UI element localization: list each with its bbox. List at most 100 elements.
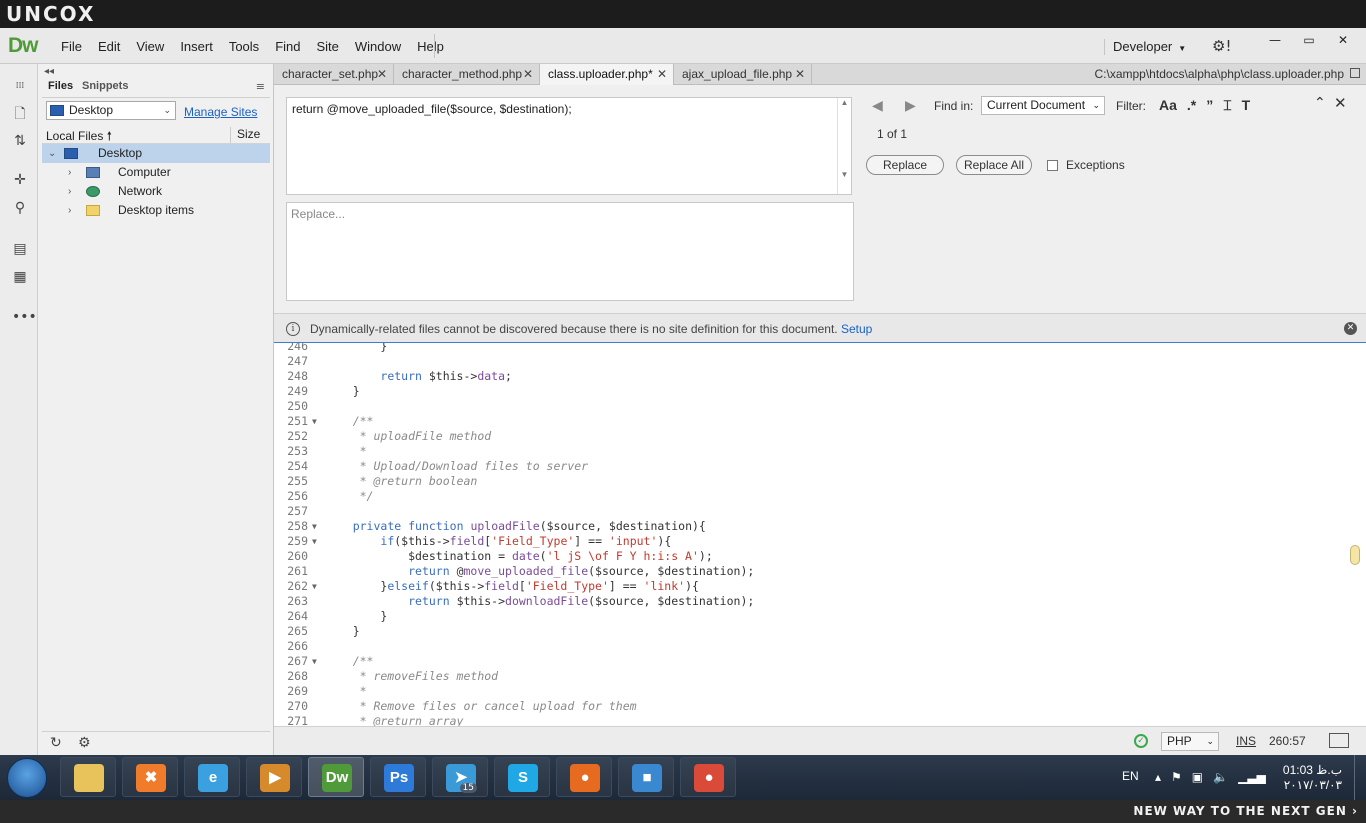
code-line[interactable]: 266 bbox=[274, 639, 1366, 654]
photoshop-app[interactable]: Ps bbox=[370, 757, 426, 797]
ignore-tags-icon[interactable]: T bbox=[1242, 97, 1251, 114]
find-scrollbar[interactable]: ▲ ▼ bbox=[837, 98, 851, 194]
tab-snippets[interactable]: Snippets bbox=[82, 80, 128, 92]
code-line[interactable]: 271 * @return array bbox=[274, 714, 1366, 726]
code-line[interactable]: 246 } bbox=[274, 343, 1366, 354]
doc-tab-active[interactable]: class.uploader.php* ✕ bbox=[540, 64, 674, 85]
device-icon[interactable]: ▣ bbox=[1192, 770, 1203, 784]
tab-files[interactable]: Files bbox=[48, 80, 73, 92]
menu-file[interactable]: File bbox=[53, 39, 90, 54]
menu-edit[interactable]: Edit bbox=[90, 39, 128, 54]
fold-toggle-icon[interactable]: ▼ bbox=[312, 579, 317, 594]
code-line[interactable]: 248 return $this->data; bbox=[274, 369, 1366, 384]
exceptions-checkbox[interactable] bbox=[1047, 160, 1058, 171]
code-line[interactable]: 269 * bbox=[274, 684, 1366, 699]
replace-input[interactable]: Replace... bbox=[286, 202, 854, 301]
close-icon[interactable]: ✕ bbox=[1328, 32, 1358, 50]
setup-link[interactable]: Setup bbox=[841, 322, 872, 336]
code-line[interactable]: 251 ▼ /** bbox=[274, 414, 1366, 429]
doc-tab[interactable]: ajax_upload_file.php ✕ bbox=[674, 64, 812, 85]
network-signal-icon[interactable]: ▁▃▅ bbox=[1238, 770, 1266, 784]
wand-icon[interactable]: ⚲ bbox=[12, 200, 28, 216]
document-icon[interactable]: 🗋 bbox=[12, 106, 28, 122]
fold-toggle-icon[interactable]: ▼ bbox=[312, 654, 317, 669]
menu-site[interactable]: Site bbox=[308, 39, 346, 54]
comment-icon[interactable]: ▤ bbox=[12, 241, 28, 257]
doc-tab[interactable]: character_set.php ✕ bbox=[274, 64, 394, 85]
minimize-icon[interactable]: — bbox=[1260, 32, 1290, 50]
volume-icon[interactable]: 🔈 bbox=[1213, 770, 1228, 784]
code-line[interactable]: 270 * Remove files or cancel upload for … bbox=[274, 699, 1366, 714]
code-line[interactable]: 250 bbox=[274, 399, 1366, 414]
replace-button[interactable]: Replace bbox=[866, 155, 944, 175]
xampp-app[interactable]: ✖ bbox=[122, 757, 178, 797]
language-select[interactable]: PHP ⌄ bbox=[1161, 732, 1219, 751]
ignore-whitespace-icon[interactable]: ” bbox=[1206, 97, 1213, 114]
menu-tools[interactable]: Tools bbox=[221, 39, 267, 54]
explorer-app[interactable] bbox=[60, 757, 116, 797]
show-hidden-icon[interactable]: ▴ bbox=[1155, 770, 1161, 784]
match-case-icon[interactable]: Aa bbox=[1159, 97, 1177, 114]
collapse-arrow-icon[interactable]: › bbox=[68, 163, 71, 182]
expand-arrow-icon[interactable]: ⌄ bbox=[48, 144, 56, 163]
close-icon[interactable]: ✕ bbox=[795, 64, 805, 85]
fold-toggle-icon[interactable]: ▼ bbox=[312, 414, 317, 429]
workspace-switcher[interactable]: Developer ▼ bbox=[1104, 39, 1186, 55]
collapse-arrow-icon[interactable]: › bbox=[68, 201, 71, 220]
firefox-app[interactable]: ● bbox=[556, 757, 612, 797]
gear-icon[interactable]: ⚙! bbox=[1212, 37, 1231, 55]
start-button[interactable] bbox=[7, 758, 47, 798]
tree-item-network[interactable]: › Network bbox=[42, 182, 270, 201]
skype-app[interactable]: S bbox=[494, 757, 550, 797]
media-app[interactable]: ▶ bbox=[246, 757, 302, 797]
code-line[interactable]: 258 ▼ private function uploadFile($source… bbox=[274, 519, 1366, 534]
show-desktop-button[interactable] bbox=[1354, 755, 1366, 800]
sort-icon[interactable]: ⇅ bbox=[12, 133, 28, 149]
tree-item-computer[interactable]: › Computer bbox=[42, 163, 270, 182]
next-match-icon[interactable]: ▶ bbox=[905, 98, 916, 114]
code-line[interactable]: 247 bbox=[274, 354, 1366, 369]
flag-icon[interactable]: ⚑ bbox=[1171, 770, 1182, 784]
maximize-icon[interactable]: ▭ bbox=[1294, 32, 1324, 50]
regex-icon[interactable]: .* bbox=[1187, 97, 1196, 114]
code-editor[interactable]: 271 * @return array 270 * Remove files or… bbox=[274, 343, 1366, 726]
tree-item-desktop[interactable]: ⌄ Desktop bbox=[42, 144, 270, 163]
code-line[interactable]: 261 return @move_uploaded_file($source, … bbox=[274, 564, 1366, 579]
menu-view[interactable]: View bbox=[128, 39, 172, 54]
code-line[interactable]: 262 ▼ }elseif($this->field['Field_Type'] … bbox=[274, 579, 1366, 594]
scrollbar-marker[interactable] bbox=[1350, 545, 1360, 565]
preview-icon[interactable] bbox=[1329, 733, 1349, 748]
code-line[interactable]: 268 * removeFiles method bbox=[274, 669, 1366, 684]
replace-all-button[interactable]: Replace All bbox=[956, 155, 1032, 175]
find-in-select[interactable]: Current Document ⌄ bbox=[981, 96, 1105, 115]
whole-word-icon[interactable]: ⌶ bbox=[1223, 97, 1231, 114]
box-app[interactable]: ■ bbox=[618, 757, 674, 797]
settings-doc-icon[interactable]: ▦ bbox=[12, 269, 28, 285]
site-select[interactable]: Desktop ⌄ bbox=[46, 101, 176, 120]
code-line[interactable]: 256 */ bbox=[274, 489, 1366, 504]
code-line[interactable]: 252 * uploadFile method bbox=[274, 429, 1366, 444]
menu-find[interactable]: Find bbox=[267, 39, 308, 54]
menu-insert[interactable]: Insert bbox=[172, 39, 221, 54]
code-line[interactable]: 267 ▼ /** bbox=[274, 654, 1366, 669]
refresh-icon[interactable]: ↻ bbox=[50, 735, 62, 751]
chrome-app[interactable]: ● bbox=[680, 757, 736, 797]
code-line[interactable]: 259 ▼ if($this->field['Field_Type'] == 'i… bbox=[274, 534, 1366, 549]
tree-item-desktop-items[interactable]: › Desktop items bbox=[42, 201, 270, 220]
telegram-app[interactable]: ➤ 15 bbox=[432, 757, 488, 797]
fold-toggle-icon[interactable]: ▼ bbox=[312, 519, 317, 534]
open-file-icon[interactable] bbox=[1350, 68, 1360, 78]
panel-menu-icon[interactable]: ≡ bbox=[256, 80, 265, 93]
menu-window[interactable]: Window bbox=[347, 39, 409, 54]
close-icon[interactable]: ✕ bbox=[523, 64, 533, 85]
close-icon[interactable]: ✕ bbox=[377, 64, 387, 85]
close-icon[interactable]: ✕ bbox=[1344, 322, 1357, 335]
prev-match-icon[interactable]: ◀ bbox=[872, 98, 883, 114]
language-indicator[interactable]: EN bbox=[1122, 769, 1139, 783]
collapse-up-icon[interactable]: ⌃ bbox=[1314, 95, 1326, 111]
code-line[interactable]: 265 } bbox=[274, 624, 1366, 639]
dreamweaver-app[interactable]: Dw bbox=[308, 757, 364, 797]
find-input[interactable]: return @move_uploaded_file($source, $des… bbox=[286, 97, 852, 195]
close-icon[interactable]: ✕ bbox=[1334, 94, 1347, 112]
more-icon[interactable]: ••• bbox=[12, 309, 37, 325]
